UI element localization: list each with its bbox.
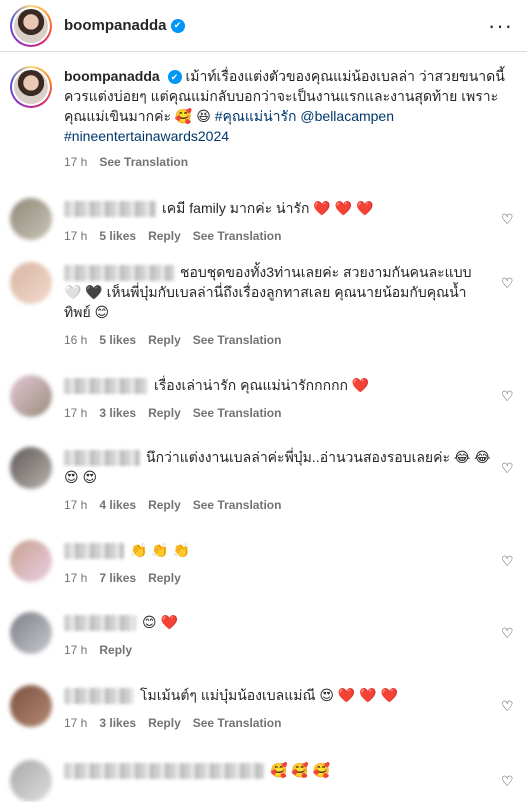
comment-likes[interactable]: 4 likes: [99, 495, 136, 515]
comment-time: 17 h: [64, 716, 88, 730]
comment-time: 17 h: [64, 643, 88, 657]
see-translation-link[interactable]: See Translation: [193, 330, 282, 350]
see-translation-link[interactable]: See Translation: [99, 152, 188, 172]
like-heart-icon[interactable]: ♡: [501, 774, 515, 788]
see-translation-link[interactable]: See Translation: [193, 495, 282, 515]
commenter-username-blurred[interactable]: [64, 688, 134, 705]
post-username[interactable]: boompanadda: [64, 17, 167, 34]
commenter-username-blurred[interactable]: [64, 450, 140, 467]
reply-button[interactable]: Reply: [148, 568, 181, 588]
like-heart-icon[interactable]: ♡: [501, 626, 515, 640]
comment-text: 🥰 🥰 🥰: [270, 762, 331, 778]
reply-button[interactable]: Reply: [148, 403, 181, 423]
comment-text: 😊 ❤️: [142, 614, 178, 630]
like-heart-icon[interactable]: ♡: [501, 699, 515, 713]
verified-badge-icon: ✔: [167, 70, 182, 85]
commenter-username-blurred[interactable]: [64, 543, 124, 560]
like-heart-icon[interactable]: ♡: [501, 461, 515, 475]
like-heart-icon[interactable]: ♡: [501, 276, 515, 290]
commenter-avatar[interactable]: [10, 447, 52, 489]
caption-username[interactable]: boompanadda: [64, 68, 160, 84]
comment-likes[interactable]: 3 likes: [99, 713, 136, 733]
comment-time: 16 h: [64, 333, 88, 347]
commenter-username-blurred[interactable]: [64, 378, 148, 395]
comment-text: โมเม้นต์ๆ แม่บุ๋มน้องเบลแม่ณี 😍 ❤️ ❤️ ❤️: [140, 687, 398, 703]
avatar[interactable]: [10, 4, 52, 47]
reply-button[interactable]: Reply: [99, 640, 132, 660]
comment-likes[interactable]: 3 likes: [99, 403, 136, 423]
comment-likes[interactable]: 5 likes: [99, 226, 136, 246]
commenter-username-blurred[interactable]: [64, 265, 174, 282]
commenter-avatar[interactable]: [10, 262, 52, 304]
see-translation-link[interactable]: See Translation: [193, 403, 282, 423]
post-caption: boompanadda ✔ เม้าท์เรื่องแต่งตัวของคุณแ…: [0, 52, 527, 172]
comment-row: 👏 👏 👏 17 h 7 likes Reply ♡: [0, 540, 527, 588]
reply-button[interactable]: Reply: [148, 226, 181, 246]
reply-button[interactable]: Reply: [148, 330, 181, 350]
like-heart-icon[interactable]: ♡: [501, 212, 515, 226]
like-heart-icon[interactable]: ♡: [501, 554, 515, 568]
commenter-username-blurred[interactable]: [64, 763, 264, 780]
comment-time: 17 h: [64, 571, 88, 585]
comment-row: ชอบชุดของทั้ง3ท่านเลยค่ะ สวยงามกันคนละแบ…: [0, 262, 527, 350]
comment-text: เรื่องเล่าน่ารัก คุณแม่น่ารักกกกก ❤️: [154, 377, 370, 393]
comment-row: 😊 ❤️ 17 h Reply ♡: [0, 612, 527, 660]
commenter-avatar[interactable]: [10, 540, 52, 582]
reply-button[interactable]: Reply: [148, 495, 181, 515]
verified-badge-icon: ✔: [170, 18, 185, 33]
comment-likes[interactable]: 7 likes: [99, 568, 136, 588]
reply-button[interactable]: Reply: [148, 713, 181, 733]
more-options-icon[interactable]: ···: [488, 14, 513, 37]
caption-avatar[interactable]: [10, 66, 52, 108]
comment-time: 17 h: [64, 406, 88, 420]
commenter-avatar[interactable]: [10, 375, 52, 417]
hashtag-link[interactable]: #คุณแม่น่ารัก: [215, 108, 297, 124]
like-heart-icon[interactable]: ♡: [501, 389, 515, 403]
comment-text: เคมี family มากค่ะ น่ารัก ❤️ ❤️ ❤️: [162, 200, 374, 216]
commenter-avatar[interactable]: [10, 612, 52, 654]
comment-time: 17 h: [64, 229, 88, 243]
see-translation-link[interactable]: See Translation: [193, 713, 282, 733]
commenter-username-blurred[interactable]: [64, 615, 136, 632]
comment-row: โมเม้นต์ๆ แม่บุ๋มน้องเบลแม่ณี 😍 ❤️ ❤️ ❤️…: [0, 685, 527, 733]
commenter-avatar[interactable]: [10, 760, 52, 802]
caption-time: 17 h: [64, 155, 88, 169]
comment-likes[interactable]: 5 likes: [99, 330, 136, 350]
comment-text: 👏 👏 👏: [130, 542, 191, 558]
commenter-avatar[interactable]: [10, 685, 52, 727]
see-translation-link[interactable]: See Translation: [193, 226, 282, 246]
commenter-avatar[interactable]: [10, 198, 52, 240]
mention-link[interactable]: @bellacampen: [300, 108, 394, 124]
comment-row: เรื่องเล่าน่ารัก คุณแม่น่ารักกกกก ❤️ 17 h…: [0, 375, 527, 423]
hashtag-link[interactable]: #nineentertainawards2024: [64, 128, 229, 144]
comment-row: เคมี family มากค่ะ น่ารัก ❤️ ❤️ ❤️ 17 h 5 …: [0, 198, 527, 246]
comment-row: นึกว่าแต่งงานเบลล่าค่ะพี่บุ๋ม..อ่านวนสอง…: [0, 447, 527, 515]
post-header: boompanadda ✔ ···: [0, 0, 527, 52]
commenter-username-blurred[interactable]: [64, 201, 156, 218]
comment-row: 🥰 🥰 🥰 ♡: [0, 760, 527, 802]
comment-time: 17 h: [64, 498, 88, 512]
